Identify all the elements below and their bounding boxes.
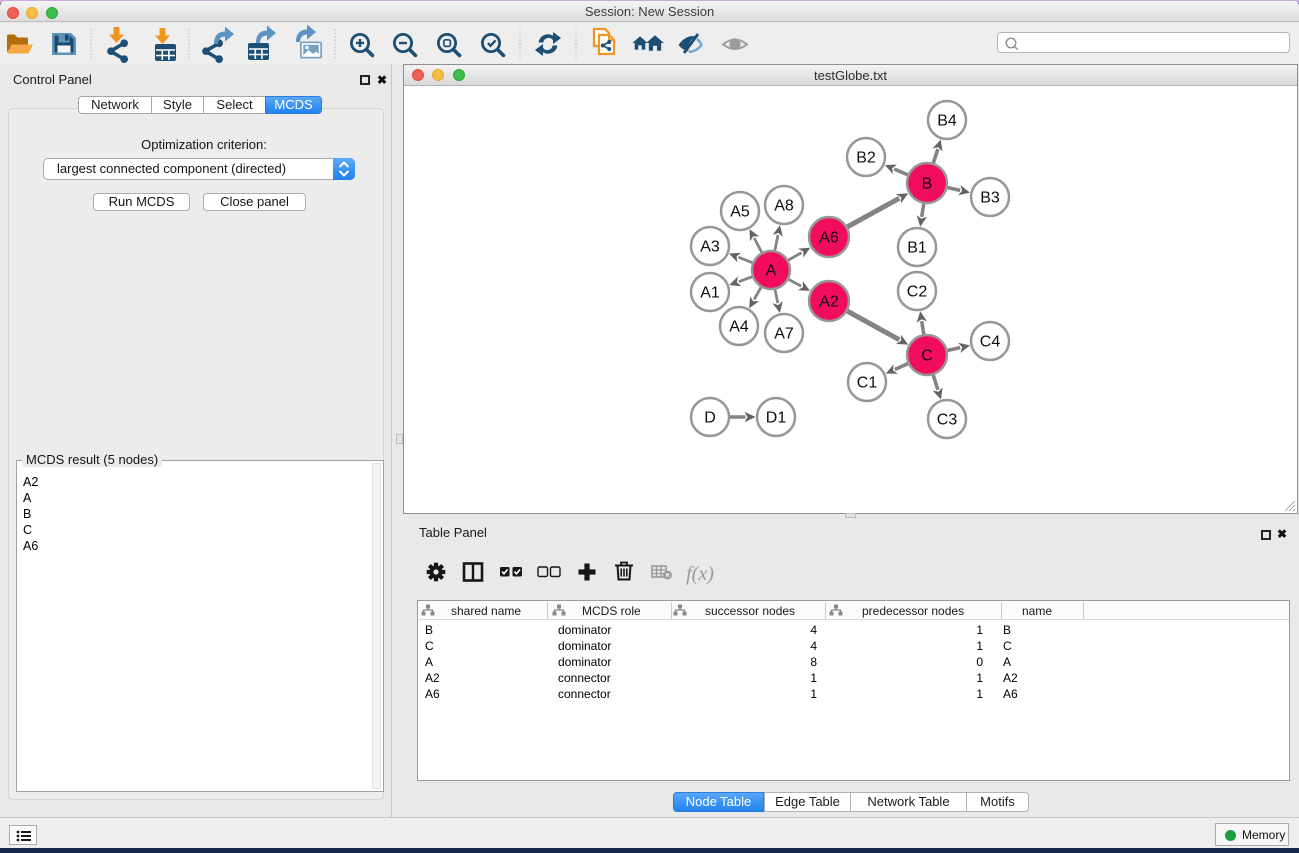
svg-text:B2: B2 [856, 150, 876, 167]
svg-text:A5: A5 [730, 204, 750, 221]
svg-text:C: C [921, 348, 933, 365]
svg-text:C3: C3 [937, 412, 958, 429]
svg-text:B1: B1 [907, 240, 927, 257]
svg-text:D: D [704, 410, 716, 427]
svg-text:B: B [922, 176, 933, 193]
svg-text:C4: C4 [980, 334, 1001, 351]
svg-text:A3: A3 [700, 239, 720, 256]
svg-text:A7: A7 [774, 326, 794, 343]
svg-text:B3: B3 [980, 190, 1000, 207]
svg-text:A: A [766, 263, 777, 280]
svg-text:D1: D1 [766, 410, 787, 427]
svg-text:A1: A1 [700, 285, 720, 302]
svg-text:f(x): f(x) [686, 563, 714, 585]
svg-text:B4: B4 [937, 113, 957, 130]
svg-text:C2: C2 [907, 284, 928, 301]
svg-text:A6: A6 [819, 230, 839, 247]
svg-text:A8: A8 [774, 198, 794, 215]
svg-text:C1: C1 [857, 375, 878, 392]
svg-text:A4: A4 [729, 319, 749, 336]
svg-text:A2: A2 [819, 294, 839, 311]
